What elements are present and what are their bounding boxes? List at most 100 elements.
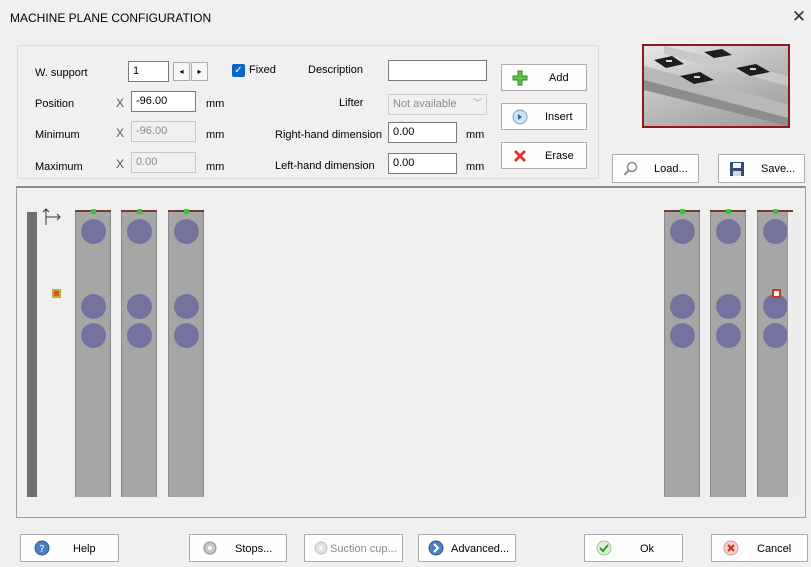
lifter-select-value: Not available (393, 98, 457, 110)
suction-cup[interactable] (716, 323, 741, 348)
suction-cup[interactable] (670, 294, 695, 319)
support-bar-indicator (91, 209, 96, 214)
help-button[interactable]: ? Help (20, 534, 119, 562)
w-support-label: W. support (35, 67, 88, 79)
w-support-next-button[interactable]: ▸ (191, 62, 208, 81)
left-reference-bar (27, 212, 37, 497)
support-bar[interactable] (168, 209, 204, 497)
position-axis-label: X (116, 96, 125, 110)
insert-button[interactable]: Insert (501, 103, 587, 130)
red-cancel-icon (723, 540, 739, 556)
svg-text:?: ? (39, 544, 44, 555)
fixed-label: Fixed (249, 64, 276, 76)
description-label: Description (308, 64, 364, 76)
suction-cup[interactable] (174, 294, 199, 319)
erase-button[interactable]: Erase (501, 142, 587, 169)
support-bar[interactable] (75, 209, 111, 497)
blue-arrow-icon (428, 540, 444, 556)
erase-label: Erase (545, 150, 574, 162)
position-label: Position (35, 98, 75, 110)
floppy-disk-icon (729, 161, 745, 177)
suction-cup[interactable] (670, 219, 695, 244)
window-title: MACHINE PLANE CONFIGURATION (10, 11, 212, 25)
description-field[interactable] (388, 60, 487, 81)
position-unit: mm (206, 98, 225, 110)
gear-icon (313, 540, 329, 556)
support-bar[interactable] (664, 209, 700, 497)
maximum-field: 0.00 (131, 152, 196, 173)
left-dimension-field[interactable]: 0.00 (388, 153, 457, 174)
suction-cup[interactable] (763, 323, 788, 348)
lifter-label: Lifter (339, 97, 364, 109)
save-button[interactable]: Save... (718, 154, 805, 183)
cancel-button[interactable]: Cancel (711, 534, 808, 562)
left-dimension-unit: mm (466, 161, 485, 173)
suction-cup-button[interactable]: Suction cup... (304, 534, 403, 562)
left-dimension-label: Left-hand dimension (275, 160, 375, 172)
add-button[interactable]: Add (501, 64, 587, 91)
suction-cup[interactable] (81, 219, 106, 244)
support-bar[interactable] (121, 209, 157, 497)
suction-cup[interactable] (174, 219, 199, 244)
support-bar-indicator (726, 209, 731, 214)
question-icon: ? (34, 540, 50, 556)
stops-button[interactable]: Stops... (189, 534, 287, 562)
minimum-unit: mm (206, 129, 225, 141)
cancel-label: Cancel (757, 543, 792, 555)
suction-cup[interactable] (174, 323, 199, 348)
support-bar-indicator (680, 209, 685, 214)
minimum-label: Minimum (35, 129, 80, 141)
load-button[interactable]: Load... (612, 154, 699, 183)
right-dimension-label: Right-hand dimension (275, 129, 383, 141)
right-dimension-unit: mm (466, 129, 485, 141)
right-reference-bar (787, 212, 801, 497)
support-bar[interactable] (710, 209, 746, 497)
stops-label: Stops... (235, 543, 273, 555)
ok-button[interactable]: Ok (584, 534, 683, 562)
insert-label: Insert (545, 111, 573, 123)
add-label: Add (549, 72, 569, 84)
insert-arrow-icon (512, 109, 528, 125)
ok-label: Ok (640, 543, 655, 555)
suction-cup[interactable] (716, 294, 741, 319)
right-dimension-field[interactable]: 0.00 (388, 122, 457, 143)
red-x-icon (512, 148, 528, 164)
suction-cup-label: Suction cup... (330, 543, 397, 555)
help-label: Help (73, 543, 96, 555)
origin-axes-icon (41, 206, 63, 231)
maximum-axis-label: X (116, 157, 125, 171)
load-label: Load... (654, 163, 688, 175)
suction-cup[interactable] (127, 294, 152, 319)
advanced-label: Advanced... (451, 543, 510, 555)
suction-cup[interactable] (81, 323, 106, 348)
fixed-checkbox[interactable]: ✓ (232, 64, 245, 77)
w-support-prev-button[interactable]: ◂ (173, 62, 190, 81)
maximum-unit: mm (206, 161, 225, 173)
suction-cup[interactable] (127, 323, 152, 348)
save-label: Save... (761, 163, 796, 175)
machine-plane-canvas[interactable] (16, 186, 806, 518)
gear-icon (202, 540, 218, 556)
support-bar-indicator (137, 209, 142, 214)
suction-cup[interactable] (81, 294, 106, 319)
magnifier-icon (623, 161, 639, 177)
suction-cup[interactable] (763, 219, 788, 244)
close-button[interactable]: ✕ (790, 8, 808, 25)
suction-cup[interactable] (670, 323, 695, 348)
left-stop-marker[interactable] (52, 289, 61, 298)
machine-thumbnail (642, 44, 790, 128)
maximum-label: Maximum (35, 161, 83, 173)
right-stop-marker[interactable] (772, 289, 781, 298)
minimum-axis-label: X (116, 126, 125, 140)
green-plus-icon (512, 70, 528, 86)
advanced-button[interactable]: Advanced... (418, 534, 516, 562)
position-field[interactable]: -96.00 (131, 91, 196, 112)
support-bar-indicator (773, 209, 778, 214)
suction-cup[interactable] (127, 219, 152, 244)
minimum-field: -96.00 (131, 121, 196, 142)
w-support-field[interactable]: 1 (128, 61, 169, 82)
suction-cup[interactable] (716, 219, 741, 244)
green-check-icon (596, 540, 612, 556)
lifter-select[interactable]: Not available ﹀ (388, 94, 487, 115)
support-bar-indicator (184, 209, 189, 214)
